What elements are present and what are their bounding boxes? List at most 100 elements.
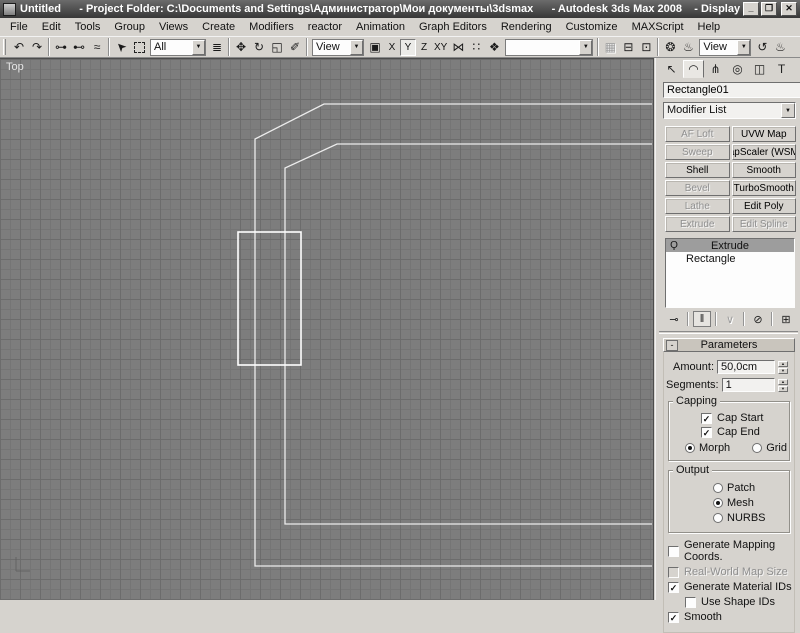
- modifier-button-edit-poly[interactable]: Edit Poly: [731, 198, 796, 214]
- bulb-icon[interactable]: Ϙ: [666, 240, 682, 251]
- check-use-shape-ids[interactable]: Use Shape IDs: [685, 596, 792, 608]
- checkbox-icon[interactable]: [685, 596, 696, 608]
- modifier-list-dropdown[interactable]: Modifier List ▼: [663, 102, 796, 119]
- select-object-icon[interactable]: ➤: [112, 38, 130, 56]
- menu-file[interactable]: File: [3, 19, 35, 35]
- modifier-button-sweep[interactable]: Sweep: [665, 144, 730, 160]
- checkbox-icon[interactable]: [668, 545, 679, 557]
- menu-modifiers[interactable]: Modifiers: [242, 19, 301, 35]
- make-unique-icon[interactable]: ∨: [721, 311, 739, 327]
- top-viewport[interactable]: Top: [0, 58, 654, 600]
- chevron-down-icon[interactable]: ▼: [350, 39, 363, 55]
- align-icon[interactable]: ∷: [467, 38, 485, 56]
- check-cap-start[interactable]: ✓ Cap Start: [701, 412, 787, 424]
- menu-help[interactable]: Help: [691, 19, 728, 35]
- minimize-button[interactable]: _: [743, 2, 759, 16]
- modifier-button-bevel[interactable]: Bevel: [665, 180, 730, 196]
- bind-to-spacewarp-icon[interactable]: ≈: [88, 38, 106, 56]
- viewport-canvas[interactable]: [0, 59, 652, 599]
- restore-button[interactable]: ❐: [761, 2, 777, 16]
- select-and-manipulate-icon[interactable]: ✐: [286, 38, 304, 56]
- redo-icon[interactable]: ↷: [28, 38, 46, 56]
- configure-modifier-sets-icon[interactable]: ⊞: [777, 311, 795, 327]
- axis-x-button[interactable]: X: [384, 39, 400, 56]
- menu-animation[interactable]: Animation: [349, 19, 412, 35]
- selection-filter-combo[interactable]: All ▼: [150, 38, 206, 56]
- rollout-collapse-button[interactable]: -: [666, 339, 678, 351]
- schematic-view-icon[interactable]: ⊡: [637, 38, 655, 56]
- stack-item-rectangle[interactable]: Rectangle: [666, 252, 794, 265]
- quick-render-icon[interactable]: ↺: [753, 38, 771, 56]
- radio-icon[interactable]: [752, 443, 763, 453]
- tab-utilities[interactable]: T: [771, 60, 792, 78]
- selection-region-icon[interactable]: [130, 38, 148, 56]
- undo-icon[interactable]: ↶: [10, 38, 28, 56]
- checkbox-icon[interactable]: ✓: [668, 581, 679, 593]
- menu-group[interactable]: Group: [107, 19, 152, 35]
- tab-motion[interactable]: ◎: [727, 60, 748, 78]
- pin-stack-icon[interactable]: ⊸: [665, 311, 683, 327]
- modifier-button-uvw-map[interactable]: UVW Map: [731, 126, 796, 142]
- material-editor-icon[interactable]: ❂: [661, 38, 679, 56]
- axis-y-button[interactable]: Y: [400, 38, 416, 56]
- modifier-button-edit-spline[interactable]: Edit Spline: [731, 216, 796, 232]
- menu-tools[interactable]: Tools: [68, 19, 108, 35]
- menu-reactor[interactable]: reactor: [301, 19, 349, 35]
- check-generate-mapping-coords[interactable]: Generate Mapping Coords.: [668, 539, 792, 563]
- scene-explorer-icon[interactable]: ▦: [601, 38, 619, 56]
- menu-create[interactable]: Create: [195, 19, 242, 35]
- modifier-button-smooth[interactable]: Smooth: [731, 162, 796, 178]
- check-generate-material-ids[interactable]: ✓ Generate Material IDs: [668, 581, 792, 593]
- parameters-rollout-header[interactable]: - Parameters: [663, 338, 795, 352]
- menu-maxscript[interactable]: MAXScript: [625, 19, 691, 35]
- check-cap-end[interactable]: ✓ Cap End: [701, 426, 787, 438]
- remove-modifier-icon[interactable]: ⊘: [749, 311, 767, 327]
- checkbox-icon[interactable]: ✓: [701, 412, 712, 424]
- reference-coordinate-combo[interactable]: View ▼: [312, 38, 364, 56]
- checkbox-icon[interactable]: ✓: [668, 611, 679, 623]
- check-smooth[interactable]: ✓ Smooth: [668, 611, 792, 623]
- select-by-name-icon[interactable]: ≣: [208, 38, 226, 56]
- radio-icon[interactable]: [713, 513, 723, 523]
- radio-grid[interactable]: Grid: [752, 442, 787, 454]
- menu-customize[interactable]: Customize: [559, 19, 625, 35]
- use-center-icon[interactable]: ▣: [366, 38, 384, 56]
- checkbox-icon[interactable]: [668, 566, 679, 578]
- rectangle01-shape[interactable]: [237, 231, 302, 366]
- close-button[interactable]: ✕: [781, 2, 797, 16]
- radio-icon[interactable]: [685, 443, 695, 453]
- curve-editor-icon[interactable]: ⊟: [619, 38, 637, 56]
- stack-item-extrude[interactable]: Ϙ Extrude: [666, 239, 794, 252]
- menu-views[interactable]: Views: [152, 19, 195, 35]
- radio-patch[interactable]: Patch: [713, 482, 755, 494]
- modifier-button-lathe[interactable]: Lathe: [665, 198, 730, 214]
- select-and-rotate-icon[interactable]: ↻: [250, 38, 268, 56]
- menu-rendering[interactable]: Rendering: [494, 19, 559, 35]
- unlink-selection-icon[interactable]: ⊷: [70, 38, 88, 56]
- amount-field[interactable]: 50,0cm: [717, 360, 775, 374]
- modifier-button-shell[interactable]: Shell: [665, 162, 730, 178]
- checkbox-icon[interactable]: ✓: [701, 426, 712, 438]
- tab-display[interactable]: ◫: [749, 60, 770, 78]
- tab-hierarchy[interactable]: ⋔: [705, 60, 726, 78]
- modifier-button-apscaler-wsm[interactable]: apScaler (WSM: [731, 144, 796, 160]
- layer-manager-icon[interactable]: ❖: [485, 38, 503, 56]
- spinner-up-icon[interactable]: ▲: [778, 360, 788, 367]
- axis-z-button[interactable]: Z: [416, 39, 432, 56]
- mirror-icon[interactable]: ⋈: [449, 38, 467, 56]
- modifier-button-extrude[interactable]: Extrude: [665, 216, 730, 232]
- tab-create[interactable]: ↖: [661, 60, 682, 78]
- viewport-label[interactable]: Top: [6, 61, 24, 73]
- modifier-button-turbosmooth[interactable]: TurboSmooth: [731, 180, 796, 196]
- chevron-down-icon[interactable]: ▼: [781, 103, 795, 118]
- modifier-button-af-loft[interactable]: AF Loft: [665, 126, 730, 142]
- radio-icon[interactable]: [713, 498, 723, 508]
- spinner-up-icon[interactable]: ▲: [778, 378, 788, 385]
- activeshade-icon[interactable]: ♨: [771, 38, 789, 56]
- menu-graph-editors[interactable]: Graph Editors: [412, 19, 494, 35]
- select-and-scale-icon[interactable]: ◱: [268, 38, 286, 56]
- select-and-link-icon[interactable]: ⊶: [52, 38, 70, 56]
- render-type-combo[interactable]: View ▼: [699, 38, 752, 56]
- modifier-stack-list[interactable]: Ϙ Extrude Rectangle: [665, 238, 795, 308]
- spinner-down-icon[interactable]: ▼: [778, 367, 788, 374]
